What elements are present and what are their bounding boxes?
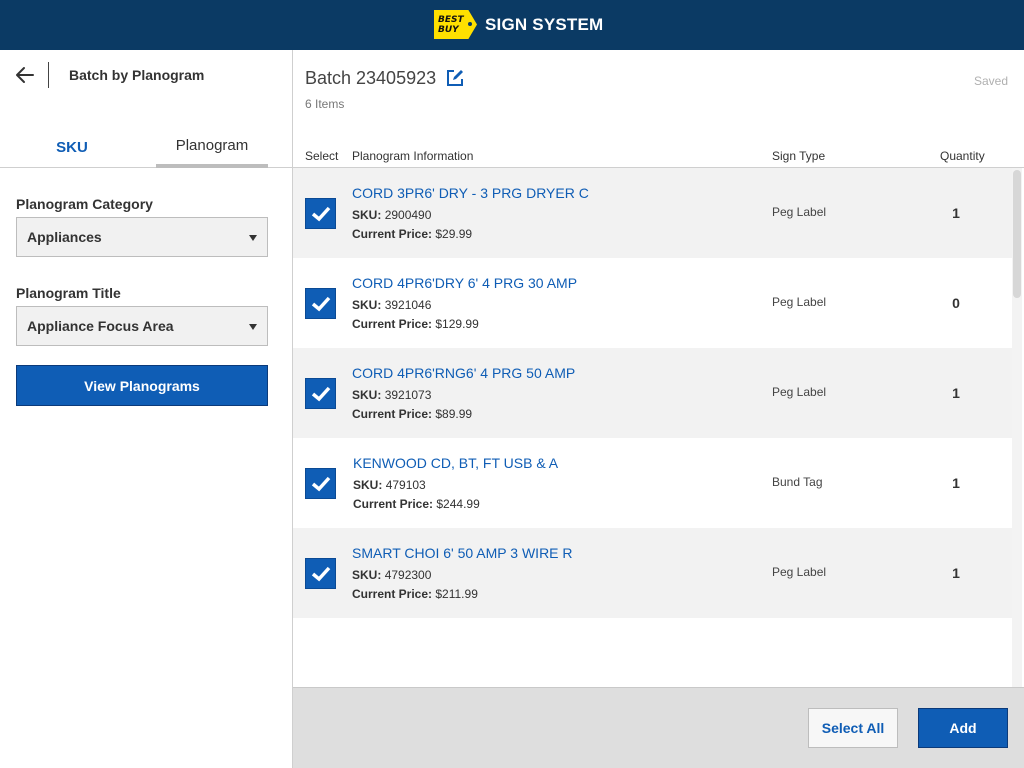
price-line: Current Price: $129.99 bbox=[352, 317, 479, 331]
price-line: Current Price: $211.99 bbox=[352, 587, 478, 601]
header-divider bbox=[48, 62, 49, 88]
price-value: $211.99 bbox=[435, 587, 478, 601]
app-title: SIGN SYSTEM bbox=[485, 14, 604, 34]
product-name-link[interactable]: KENWOOD CD, BT, FT USB & A bbox=[353, 455, 558, 471]
list-scrollbar[interactable] bbox=[1012, 168, 1022, 687]
checkmark-icon bbox=[311, 476, 331, 492]
sku-value: 3921073 bbox=[384, 388, 432, 402]
sku-line: SKU: 4792300 bbox=[352, 568, 431, 582]
planogram-category-value: Appliances bbox=[27, 229, 102, 245]
top-header-bar: BEST BUY SIGN SYSTEM bbox=[0, 0, 1024, 50]
row-select-checkbox[interactable] bbox=[305, 468, 336, 499]
quantity-value[interactable]: 1 bbox=[933, 565, 979, 581]
column-header-quantity: Quantity bbox=[940, 149, 985, 163]
best-buy-logo: BEST BUY bbox=[434, 10, 477, 39]
dropdown-caret-icon bbox=[249, 235, 257, 241]
price-label: Current Price: bbox=[353, 497, 434, 511]
logo-line-2: BUY bbox=[438, 24, 459, 35]
left-panel: Batch by Planogram SKU Planogram Planogr… bbox=[0, 50, 293, 768]
add-button[interactable]: Add bbox=[918, 708, 1008, 748]
checkmark-icon bbox=[311, 566, 331, 582]
table-row: CORD 4PR6'DRY 6' 4 PRG 30 AMP SKU: 39210… bbox=[293, 258, 1013, 348]
tab-bar: SKU Planogram bbox=[0, 126, 292, 168]
table-row: SMART CHOI 6' 50 AMP 3 WIRE R SKU: 47923… bbox=[293, 528, 1013, 618]
action-footer: Select All Add bbox=[293, 687, 1024, 768]
checkmark-icon bbox=[311, 386, 331, 402]
price-value: $244.99 bbox=[436, 497, 480, 511]
sku-value: 4792300 bbox=[384, 568, 432, 582]
tab-sku[interactable]: SKU bbox=[0, 126, 144, 168]
product-name-link[interactable]: SMART CHOI 6' 50 AMP 3 WIRE R bbox=[352, 545, 573, 561]
sign-type: Peg Label bbox=[772, 385, 827, 399]
price-line: Current Price: $29.99 bbox=[352, 227, 472, 241]
batch-title: Batch 23405923 bbox=[305, 68, 437, 88]
brand: BEST BUY SIGN SYSTEM bbox=[434, 10, 603, 39]
items-count: 6 Items bbox=[305, 97, 345, 111]
product-name-link[interactable]: CORD 4PR6'RNG6' 4 PRG 50 AMP bbox=[352, 365, 575, 381]
scrollbar-thumb[interactable] bbox=[1013, 170, 1021, 298]
price-value: $89.99 bbox=[435, 407, 473, 421]
sign-type: Peg Label bbox=[772, 565, 827, 579]
row-select-checkbox[interactable] bbox=[305, 558, 336, 589]
back-button[interactable] bbox=[14, 64, 36, 86]
table-row: CORD 3PR6' DRY - 3 PRG DRYER C SKU: 2900… bbox=[293, 168, 1013, 258]
sku-value: 2900490 bbox=[384, 208, 432, 222]
row-select-checkbox[interactable] bbox=[305, 288, 336, 319]
column-header-sign-type: Sign Type bbox=[772, 149, 826, 163]
sign-type: Bund Tag bbox=[772, 475, 823, 489]
sku-label: SKU: bbox=[353, 478, 383, 492]
checkmark-icon bbox=[311, 296, 331, 312]
price-label: Current Price: bbox=[352, 317, 433, 331]
column-header-select: Select bbox=[305, 149, 339, 163]
quantity-value[interactable]: 1 bbox=[933, 475, 979, 491]
sku-value: 479103 bbox=[385, 478, 426, 492]
row-select-checkbox[interactable] bbox=[305, 198, 336, 229]
planogram-category-label: Planogram Category bbox=[16, 196, 153, 212]
column-header-info: Planogram Information bbox=[352, 149, 474, 163]
quantity-value[interactable]: 1 bbox=[933, 385, 979, 401]
planogram-title-select[interactable]: Appliance Focus Area bbox=[16, 306, 268, 346]
item-list: CORD 3PR6' DRY - 3 PRG DRYER C SKU: 2900… bbox=[293, 168, 1024, 687]
sign-type: Peg Label bbox=[772, 295, 827, 309]
sku-label: SKU: bbox=[352, 298, 382, 312]
planogram-title-label: Planogram Title bbox=[16, 285, 121, 301]
sku-label: SKU: bbox=[352, 208, 382, 222]
sku-value: 3921046 bbox=[384, 298, 432, 312]
price-line: Current Price: $89.99 bbox=[352, 407, 472, 421]
dropdown-caret-icon bbox=[249, 324, 257, 330]
price-value: $129.99 bbox=[435, 317, 479, 331]
checkmark-icon bbox=[311, 206, 331, 222]
quantity-value[interactable]: 0 bbox=[933, 295, 979, 311]
price-value: $29.99 bbox=[435, 227, 473, 241]
price-label: Current Price: bbox=[352, 407, 433, 421]
sku-label: SKU: bbox=[352, 568, 382, 582]
logo-hole bbox=[468, 22, 472, 26]
select-all-button[interactable]: Select All bbox=[808, 708, 898, 748]
sku-line: SKU: 3921046 bbox=[352, 298, 431, 312]
planogram-title-value: Appliance Focus Area bbox=[27, 318, 174, 334]
price-label: Current Price: bbox=[352, 227, 433, 241]
price-label: Current Price: bbox=[352, 587, 433, 601]
product-name-link[interactable]: CORD 4PR6'DRY 6' 4 PRG 30 AMP bbox=[352, 275, 577, 291]
product-name-link[interactable]: CORD 3PR6' DRY - 3 PRG DRYER C bbox=[352, 185, 589, 201]
sign-type: Peg Label bbox=[772, 205, 827, 219]
back-arrow-icon bbox=[16, 67, 34, 83]
table-row: CORD 4PR6'RNG6' 4 PRG 50 AMP SKU: 392107… bbox=[293, 348, 1013, 438]
price-line: Current Price: $244.99 bbox=[353, 497, 480, 511]
sku-label: SKU: bbox=[352, 388, 382, 402]
table-row: KENWOOD CD, BT, FT USB & A SKU: 479103 C… bbox=[293, 438, 1013, 528]
sku-line: SKU: 3921073 bbox=[352, 388, 431, 402]
edit-batch-button[interactable] bbox=[446, 69, 464, 87]
sku-line: SKU: 2900490 bbox=[352, 208, 431, 222]
sku-line: SKU: 479103 bbox=[353, 478, 426, 492]
planogram-category-select[interactable]: Appliances bbox=[16, 217, 268, 257]
panel-title: Batch by Planogram bbox=[69, 67, 205, 83]
batch-panel: Batch 23405923 6 Items Saved Select Plan… bbox=[293, 50, 1024, 768]
row-select-checkbox[interactable] bbox=[305, 378, 336, 409]
save-status: Saved bbox=[973, 74, 1008, 88]
view-planograms-button[interactable]: View Planograms bbox=[16, 365, 268, 406]
quantity-value[interactable]: 1 bbox=[933, 205, 979, 221]
edit-icon bbox=[447, 70, 463, 86]
tab-planogram[interactable]: Planogram bbox=[156, 126, 268, 168]
